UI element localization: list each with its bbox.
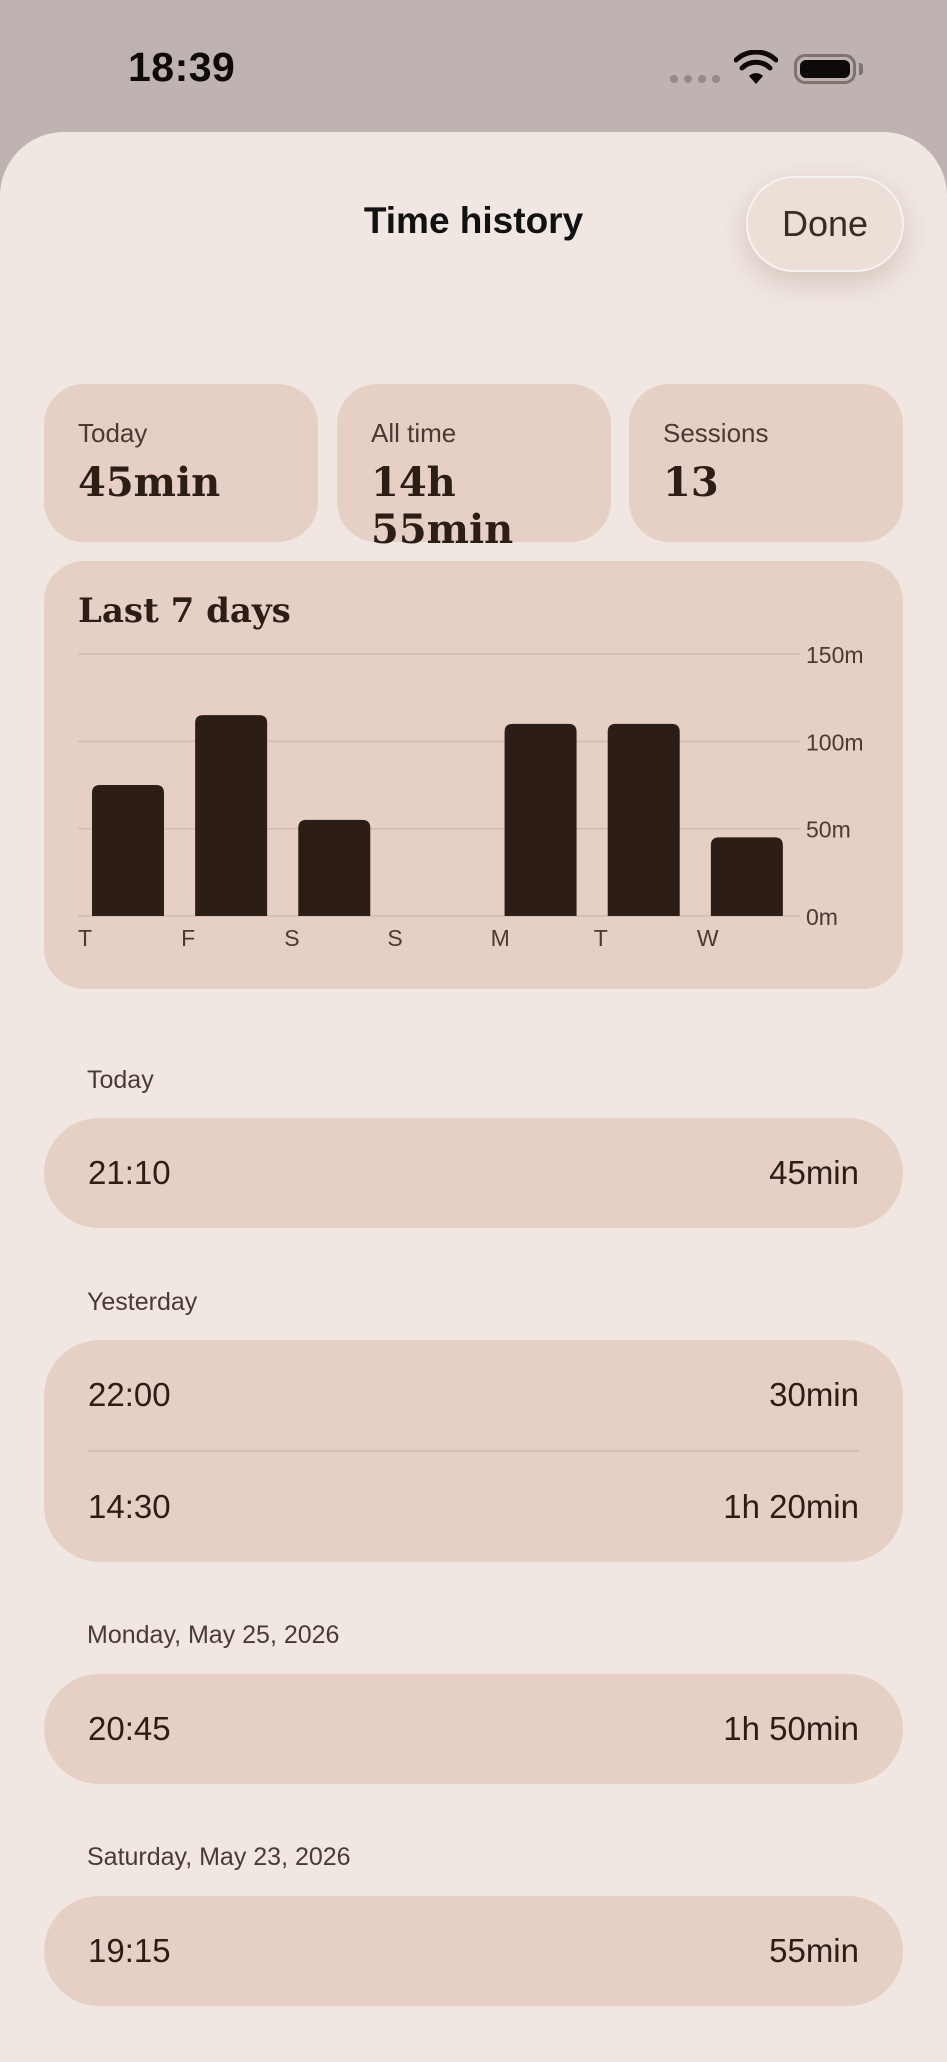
session-row[interactable]: 21:10 45min (88, 1118, 859, 1228)
session-duration: 1h 50min (723, 1710, 859, 1747)
stat-card-sessions: Sessions 13 (629, 384, 903, 542)
y-tick-label: 100m (806, 729, 864, 755)
session-time: 14:30 (88, 1488, 171, 1525)
chart-bar (195, 715, 268, 916)
session-group-today: 21:10 45min (44, 1118, 903, 1228)
stat-label: All time (371, 418, 457, 448)
x-tick-label: W (697, 925, 719, 951)
group-label-saturday: Saturday, May 23, 2026 (87, 1843, 351, 1871)
group-label-today: Today (87, 1066, 154, 1094)
session-time: 22:00 (88, 1376, 171, 1413)
session-time: 19:15 (88, 1932, 171, 1969)
y-tick-label: 0m (806, 904, 838, 930)
chart-card: Last 7 days 0m 50m 100m 150m T F S S M T W (44, 561, 903, 989)
cellular-dots-icon (670, 75, 720, 83)
stat-value: 45min (78, 459, 221, 506)
stat-value: 14h 55min (371, 459, 514, 553)
y-tick-label: 150m (806, 642, 864, 668)
status-time: 18:39 (128, 44, 236, 90)
x-tick-label: S (387, 925, 402, 951)
session-time: 20:45 (88, 1710, 171, 1747)
done-button[interactable]: Done (746, 176, 904, 272)
stat-value: 13 (663, 459, 719, 506)
session-duration: 55min (769, 1932, 859, 1969)
chart-bar (298, 819, 371, 916)
session-group-saturday: 19:15 55min (44, 1896, 903, 2006)
stat-card-today: Today 45min (44, 384, 318, 542)
session-duration: 1h 20min (723, 1488, 859, 1525)
session-duration: 45min (769, 1154, 859, 1191)
stat-label: Sessions (663, 418, 769, 448)
group-label-monday: Monday, May 25, 2026 (87, 1621, 340, 1649)
session-group-yesterday: 22:00 30min 14:30 1h 20min (44, 1340, 903, 1562)
y-tick-label: 50m (806, 817, 851, 843)
chart-bar (92, 785, 164, 916)
session-row[interactable]: 19:15 55min (88, 1896, 859, 2006)
status-bar: 18:39 (0, 0, 947, 130)
session-group-monday: 20:45 1h 50min (44, 1674, 903, 1784)
session-row[interactable]: 20:45 1h 50min (88, 1674, 859, 1784)
session-time: 21:10 (88, 1154, 171, 1191)
x-tick-label: F (181, 925, 195, 951)
session-row[interactable]: 22:00 30min (88, 1340, 859, 1450)
stat-card-all-time: All time 14h 55min (337, 384, 611, 553)
stat-label: Today (78, 418, 148, 448)
chart-bar (504, 723, 577, 916)
wifi-icon (734, 50, 778, 84)
chart-bar (607, 723, 680, 916)
group-label-yesterday: Yesterday (87, 1288, 198, 1316)
x-tick-label: S (284, 925, 299, 951)
x-tick-label: T (78, 925, 92, 951)
battery-icon (794, 54, 856, 84)
chart-bar (710, 837, 783, 916)
session-row[interactable]: 14:30 1h 20min (88, 1452, 859, 1562)
x-tick-label: T (594, 925, 608, 951)
bar-chart: 0m 50m 100m 150m T F S S M T W (78, 642, 864, 951)
x-tick-label: M (491, 925, 510, 951)
session-duration: 30min (769, 1376, 859, 1413)
